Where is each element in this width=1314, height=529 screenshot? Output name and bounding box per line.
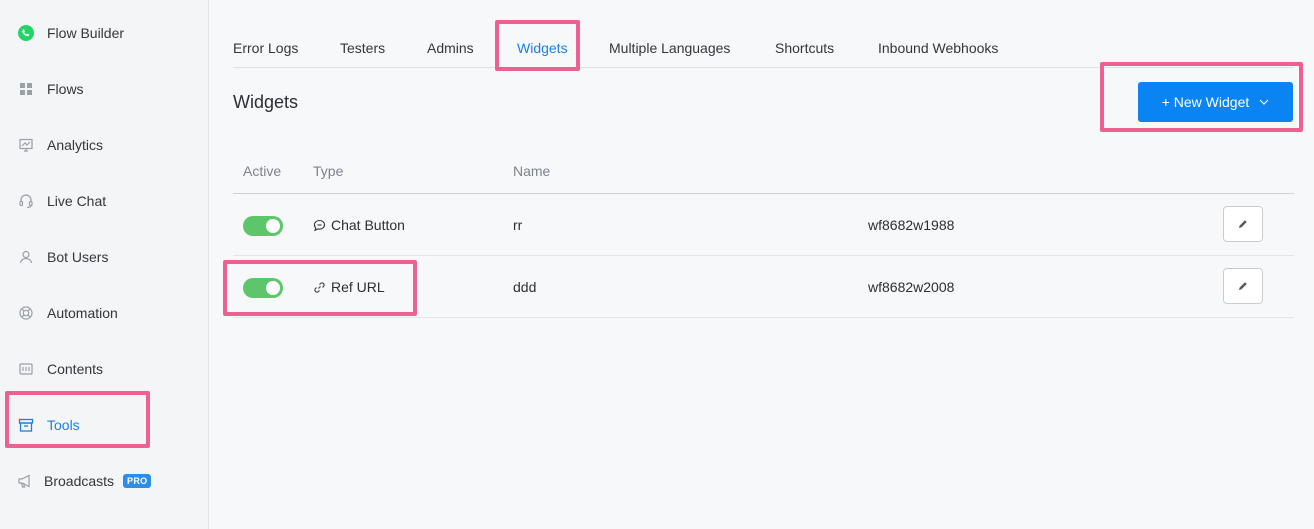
sidebar-item-flows[interactable]: Flows	[0, 69, 209, 109]
active-toggle[interactable]	[243, 278, 283, 298]
sidebar-item-label: Live Chat	[47, 193, 107, 209]
type-label: Ref URL	[331, 279, 385, 295]
widget-id-cell: wf8682w1988	[868, 217, 955, 233]
whatsapp-icon	[16, 23, 36, 43]
sidebar-item-label: Tools	[47, 417, 80, 433]
page-title: Widgets	[233, 92, 299, 112]
headset-icon	[16, 191, 36, 211]
sidebar-item-label: Contents	[47, 361, 104, 377]
pro-badge: PRO	[123, 474, 152, 488]
sidebar-item-automation[interactable]: Automation	[0, 293, 209, 333]
lifebuoy-icon	[16, 303, 36, 323]
name-cell: rr	[513, 217, 523, 233]
edit-button[interactable]	[1223, 206, 1263, 242]
new-widget-button[interactable]: + New Widget	[1138, 82, 1293, 122]
tab-shortcuts[interactable]: Shortcuts	[775, 28, 834, 68]
type-cell: Chat Button	[313, 194, 405, 256]
sidebar-item-flow-builder[interactable]: Flow Builder	[0, 13, 209, 53]
content-box-icon	[16, 359, 36, 379]
sidebar-item-tools[interactable]: Tools	[0, 405, 209, 445]
tab-testers[interactable]: Testers	[340, 28, 385, 68]
sidebar-item-bot-users[interactable]: Bot Users	[0, 237, 209, 277]
table-header: Active Type Name	[233, 146, 1294, 194]
archive-box-icon	[16, 415, 36, 435]
column-header-name: Name	[513, 163, 551, 179]
edit-button[interactable]	[1223, 268, 1263, 304]
tab-admins[interactable]: Admins	[427, 28, 474, 68]
grid-icon	[16, 79, 36, 99]
sidebar-item-label: Flows	[47, 81, 84, 97]
user-icon	[16, 247, 36, 267]
table-row: Ref URL ddd wf8682w2008	[233, 256, 1294, 318]
tab-bar: Error Logs Testers Admins Widgets Multip…	[233, 28, 1294, 68]
chevron-down-icon	[1259, 99, 1269, 105]
chat-bubble-icon	[313, 219, 326, 232]
table-row: Chat Button rr wf8682w1988	[233, 194, 1294, 256]
sidebar-item-contents[interactable]: Contents	[0, 349, 209, 389]
widgets-table: Active Type Name Chat Button rr wf8682w1…	[233, 146, 1294, 318]
toggle-knob	[266, 219, 280, 233]
sidebar-item-label: Broadcasts	[44, 473, 115, 489]
presentation-chart-icon	[16, 135, 36, 155]
column-header-active: Active	[243, 163, 282, 179]
sidebar-item-analytics[interactable]: Analytics	[0, 125, 209, 165]
active-toggle[interactable]	[243, 216, 283, 236]
type-cell: Ref URL	[313, 256, 385, 318]
sidebar-item-label: Flow Builder	[47, 25, 125, 41]
pencil-icon	[1237, 218, 1249, 230]
sidebar: Flow Builder Flows Analytics Live Chat B…	[0, 0, 209, 529]
column-header-type: Type	[313, 163, 344, 179]
sidebar-item-label: Bot Users	[47, 249, 109, 265]
widget-id-cell: wf8682w2008	[868, 279, 955, 295]
tab-error-logs[interactable]: Error Logs	[233, 28, 298, 68]
toggle-knob	[266, 281, 280, 295]
pencil-icon	[1237, 280, 1249, 292]
main-content: Error Logs Testers Admins Widgets Multip…	[210, 0, 1314, 529]
type-label: Chat Button	[331, 217, 405, 233]
link-icon	[313, 281, 326, 294]
tab-widgets[interactable]: Widgets	[517, 28, 568, 68]
sidebar-item-label: Automation	[47, 305, 118, 321]
sidebar-item-broadcasts[interactable]: Broadcasts PRO	[0, 461, 209, 501]
megaphone-icon	[16, 471, 36, 491]
tab-inbound-webhooks[interactable]: Inbound Webhooks	[878, 28, 998, 68]
name-cell: ddd	[513, 279, 537, 295]
new-widget-label: + New Widget	[1161, 94, 1250, 110]
sidebar-item-label: Analytics	[47, 137, 104, 153]
sidebar-item-live-chat[interactable]: Live Chat	[0, 181, 209, 221]
tab-multiple-languages[interactable]: Multiple Languages	[609, 28, 730, 68]
